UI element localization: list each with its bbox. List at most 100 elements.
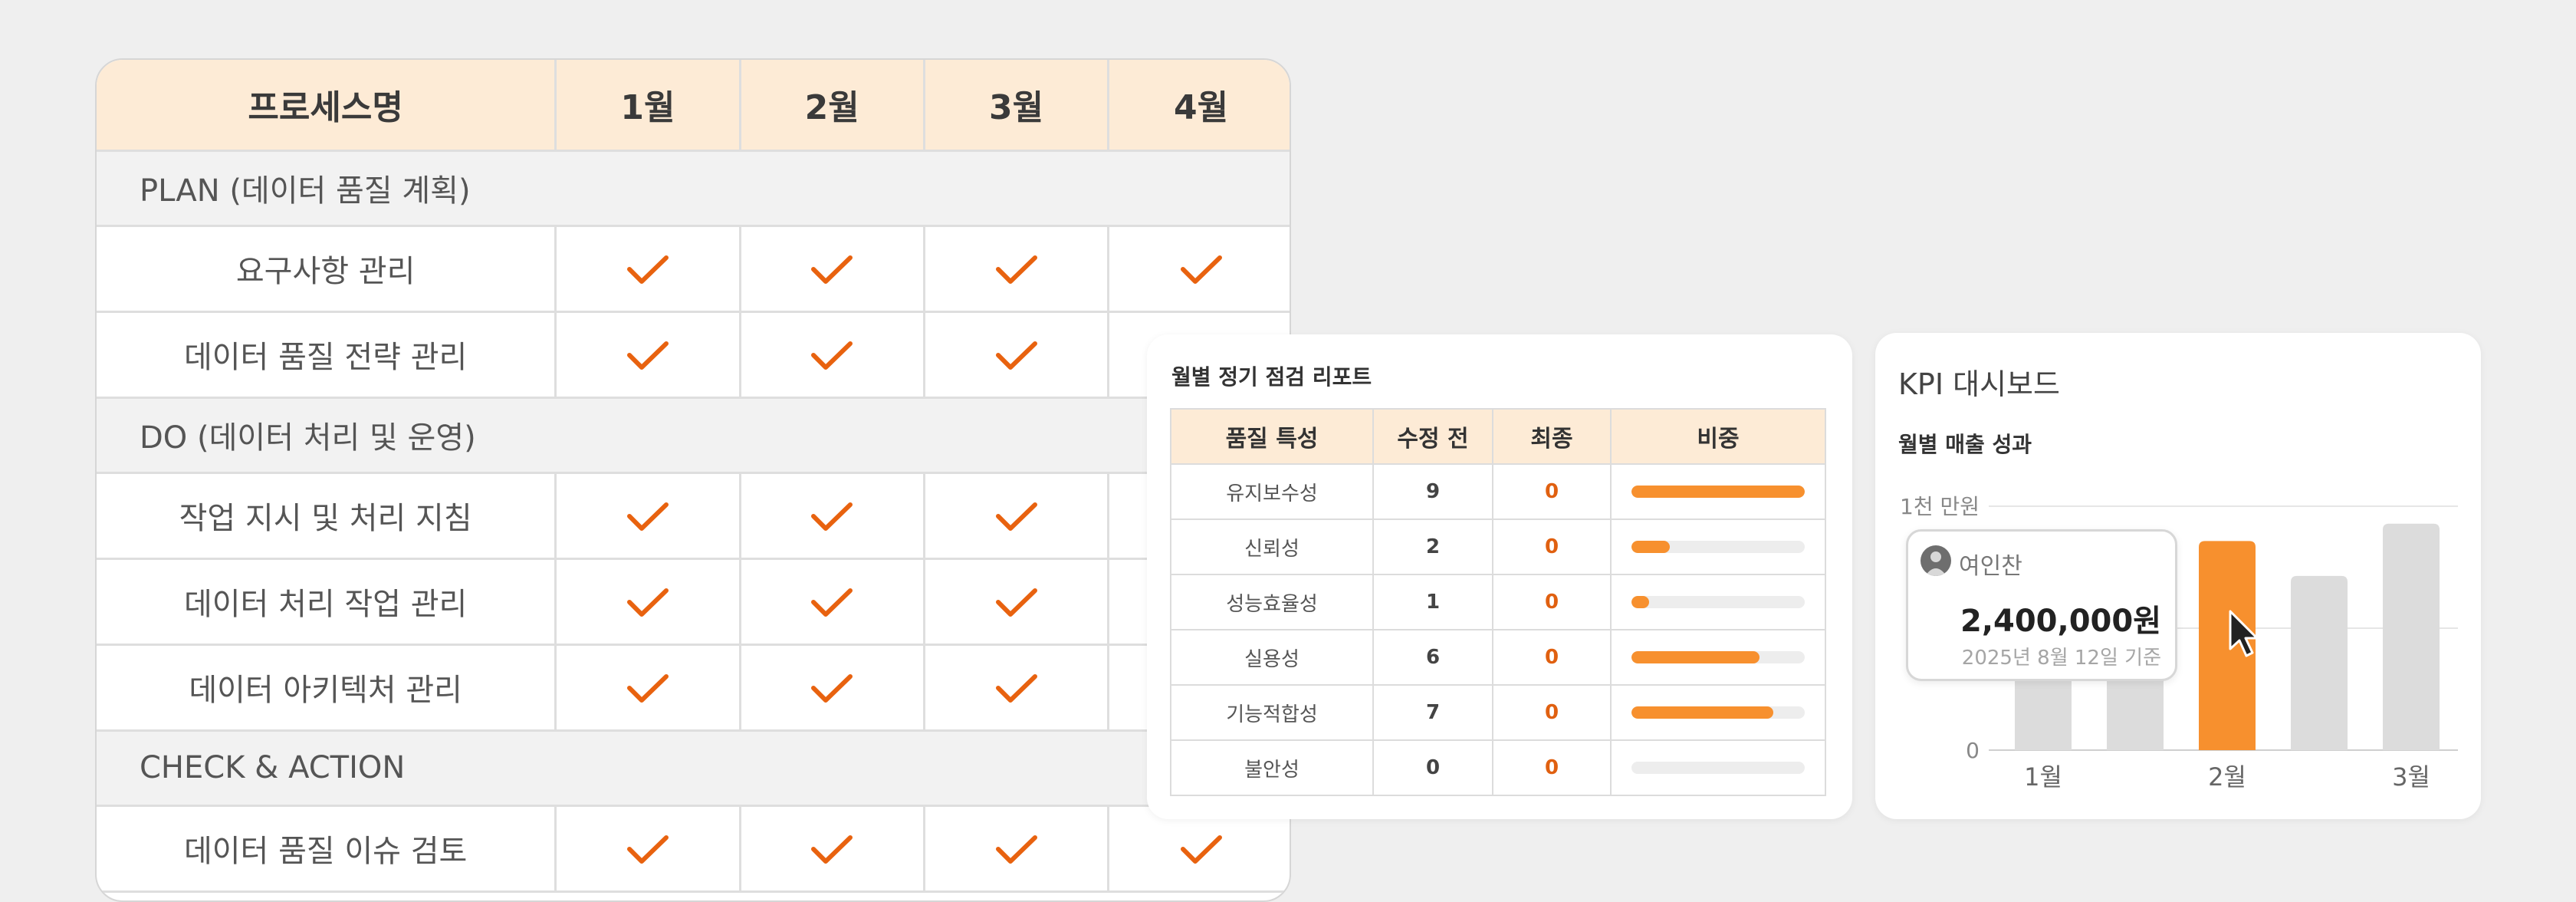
checkmark-icon xyxy=(1180,255,1222,284)
ratio-bar-track xyxy=(1631,596,1805,608)
category-row: CHECK & ACTION xyxy=(97,729,1290,807)
month-cell xyxy=(738,643,925,732)
ratio-bar-fill xyxy=(1631,596,1649,608)
monthly-report-card: 월별 정기 점검 리포트 품질 특성 수정 전 최종 비중 유지보수성 9 0 신뢰성… xyxy=(1147,334,1852,819)
process-table-card: 프로세스명 1월 2월 3월 4월 PLAN (데이터 품질 계획) 요구사항 관… xyxy=(95,58,1291,902)
checkmark-icon xyxy=(811,341,853,370)
ratio-bar-fill xyxy=(1631,486,1805,498)
table-row: 기능적합성 7 0 xyxy=(1170,684,1826,741)
ratio-bar-fill xyxy=(1631,706,1774,719)
process-name: 데이터 품질 전략 관리 xyxy=(97,310,557,399)
month-cell xyxy=(738,310,925,399)
checkmark-icon xyxy=(626,502,669,531)
checkmark-icon xyxy=(626,835,669,864)
process-table: 프로세스명 1월 2월 3월 4월 PLAN (데이터 품질 계획) 요구사항 관… xyxy=(97,60,1290,893)
ratio-bar-track xyxy=(1631,486,1805,498)
month-cell xyxy=(738,804,925,893)
ratio-cell xyxy=(1610,574,1826,630)
col-header-month: 1월 xyxy=(554,60,741,152)
month-cell xyxy=(554,310,741,399)
final-count: 0 xyxy=(1492,574,1612,630)
category-row: DO (데이터 처리 및 운영) xyxy=(97,396,1290,474)
final-count: 0 xyxy=(1492,684,1612,741)
ratio-bar-track xyxy=(1631,651,1805,663)
ratio-cell xyxy=(1610,684,1826,741)
month-cell xyxy=(922,471,1110,560)
month-cell xyxy=(922,643,1110,732)
process-name: 데이터 아키텍처 관리 xyxy=(97,643,557,732)
checkmark-icon xyxy=(811,502,853,531)
tooltip-user-name: 여인찬 xyxy=(1959,553,2022,580)
process-name: 작업 지시 및 처리 지침 xyxy=(97,471,557,560)
quality-characteristic: 성능효율성 xyxy=(1170,574,1374,630)
month-cell xyxy=(922,310,1110,399)
month-cell xyxy=(738,471,925,560)
chart-bar xyxy=(2383,523,2440,750)
checkmark-icon xyxy=(626,255,669,284)
before-count: 0 xyxy=(1372,739,1493,796)
category-label: DO (데이터 처리 및 운영) xyxy=(97,396,1290,474)
checkmark-icon xyxy=(995,502,1037,531)
before-count: 9 xyxy=(1372,463,1493,520)
ratio-bar-track xyxy=(1631,541,1805,553)
mouse-cursor-icon xyxy=(2229,610,2259,657)
category-label: CHECK & ACTION xyxy=(97,729,1290,807)
report-title: 월별 정기 점검 리포트 xyxy=(1171,364,1372,390)
kpi-dashboard-card: KPI 대시보드 월별 매출 성과 1천 만원501월2월3월 여인찬 2,40… xyxy=(1875,333,2481,819)
quality-characteristic: 기능적합성 xyxy=(1170,684,1374,741)
checkmark-icon xyxy=(995,835,1037,864)
checkmark-icon xyxy=(811,588,853,617)
checkmark-icon xyxy=(811,255,853,284)
before-count: 6 xyxy=(1372,629,1493,686)
month-cell xyxy=(1107,224,1290,313)
table-row: 불안성 0 0 xyxy=(1170,739,1826,796)
checkmark-icon xyxy=(626,588,669,617)
checkmark-icon xyxy=(626,341,669,370)
month-cell xyxy=(922,804,1110,893)
table-row: 데이터 처리 작업 관리 xyxy=(97,557,1290,646)
quality-characteristic: 실용성 xyxy=(1170,629,1374,686)
report-col-before: 수정 전 xyxy=(1372,408,1493,465)
col-header-month: 4월 xyxy=(1107,60,1290,152)
month-cell xyxy=(554,804,741,893)
quality-characteristic: 불안성 xyxy=(1170,739,1374,796)
ratio-cell xyxy=(1610,739,1826,796)
checkmark-icon xyxy=(995,588,1037,617)
checkmark-icon xyxy=(811,674,853,703)
month-cell xyxy=(554,224,741,313)
ratio-bar-fill xyxy=(1631,651,1760,663)
report-col-characteristic: 품질 특성 xyxy=(1170,408,1374,465)
month-cell xyxy=(922,557,1110,646)
quality-characteristic: 유지보수성 xyxy=(1170,463,1374,520)
category-row: PLAN (데이터 품질 계획) xyxy=(97,150,1290,227)
checkmark-icon xyxy=(811,835,853,864)
table-row: 성능효율성 1 0 xyxy=(1170,574,1826,630)
before-count: 7 xyxy=(1372,684,1493,741)
checkmark-icon xyxy=(995,341,1037,370)
ratio-bar-track xyxy=(1631,762,1805,774)
col-header-month: 2월 xyxy=(738,60,925,152)
process-name: 데이터 품질 이슈 검토 xyxy=(97,804,557,893)
checkmark-icon xyxy=(626,674,669,703)
x-tick-label: 1월 xyxy=(2024,762,2062,792)
report-col-final: 최종 xyxy=(1492,408,1612,465)
month-cell xyxy=(738,224,925,313)
ratio-cell xyxy=(1610,518,1826,575)
process-table-header: 프로세스명 1월 2월 3월 4월 xyxy=(97,60,1290,152)
month-cell xyxy=(554,471,741,560)
month-cell xyxy=(738,557,925,646)
ratio-cell xyxy=(1610,463,1826,520)
final-count: 0 xyxy=(1492,629,1612,686)
checkmark-icon xyxy=(1180,835,1222,864)
x-tick-label: 2월 xyxy=(2208,762,2246,792)
month-cell xyxy=(554,643,741,732)
final-count: 0 xyxy=(1492,739,1612,796)
before-count: 2 xyxy=(1372,518,1493,575)
checkmark-icon xyxy=(995,255,1037,284)
ratio-bar-fill xyxy=(1631,541,1670,553)
process-name: 데이터 처리 작업 관리 xyxy=(97,557,557,646)
month-cell xyxy=(922,224,1110,313)
before-count: 1 xyxy=(1372,574,1493,630)
table-row: 데이터 품질 전략 관리 xyxy=(97,310,1290,399)
table-row: 유지보수성 9 0 xyxy=(1170,463,1826,520)
